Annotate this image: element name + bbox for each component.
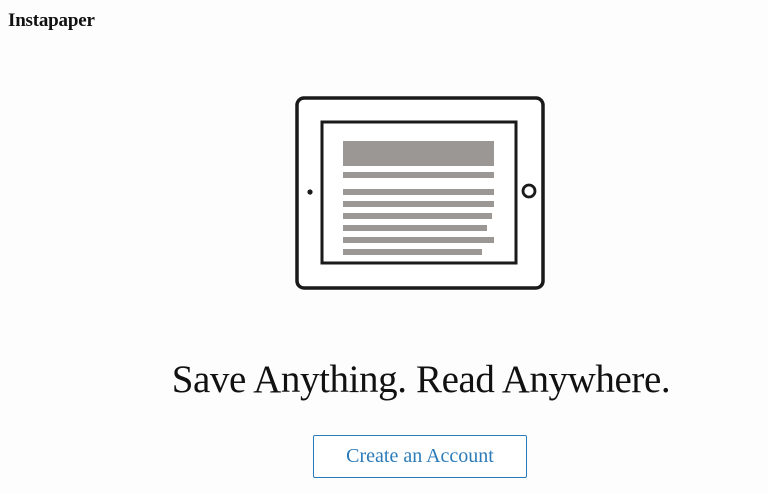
hero-headline: Save Anything. Read Anywhere. [171,358,671,401]
create-account-button[interactable]: Create an Account [313,435,527,478]
tablet-article-icon [295,96,545,290]
article-title-block [343,141,494,166]
landing-page: Instapaper Save Anything. Read Anywhere.… [0,0,768,493]
brand-logo[interactable]: Instapaper [8,10,95,32]
camera-dot [307,189,313,195]
